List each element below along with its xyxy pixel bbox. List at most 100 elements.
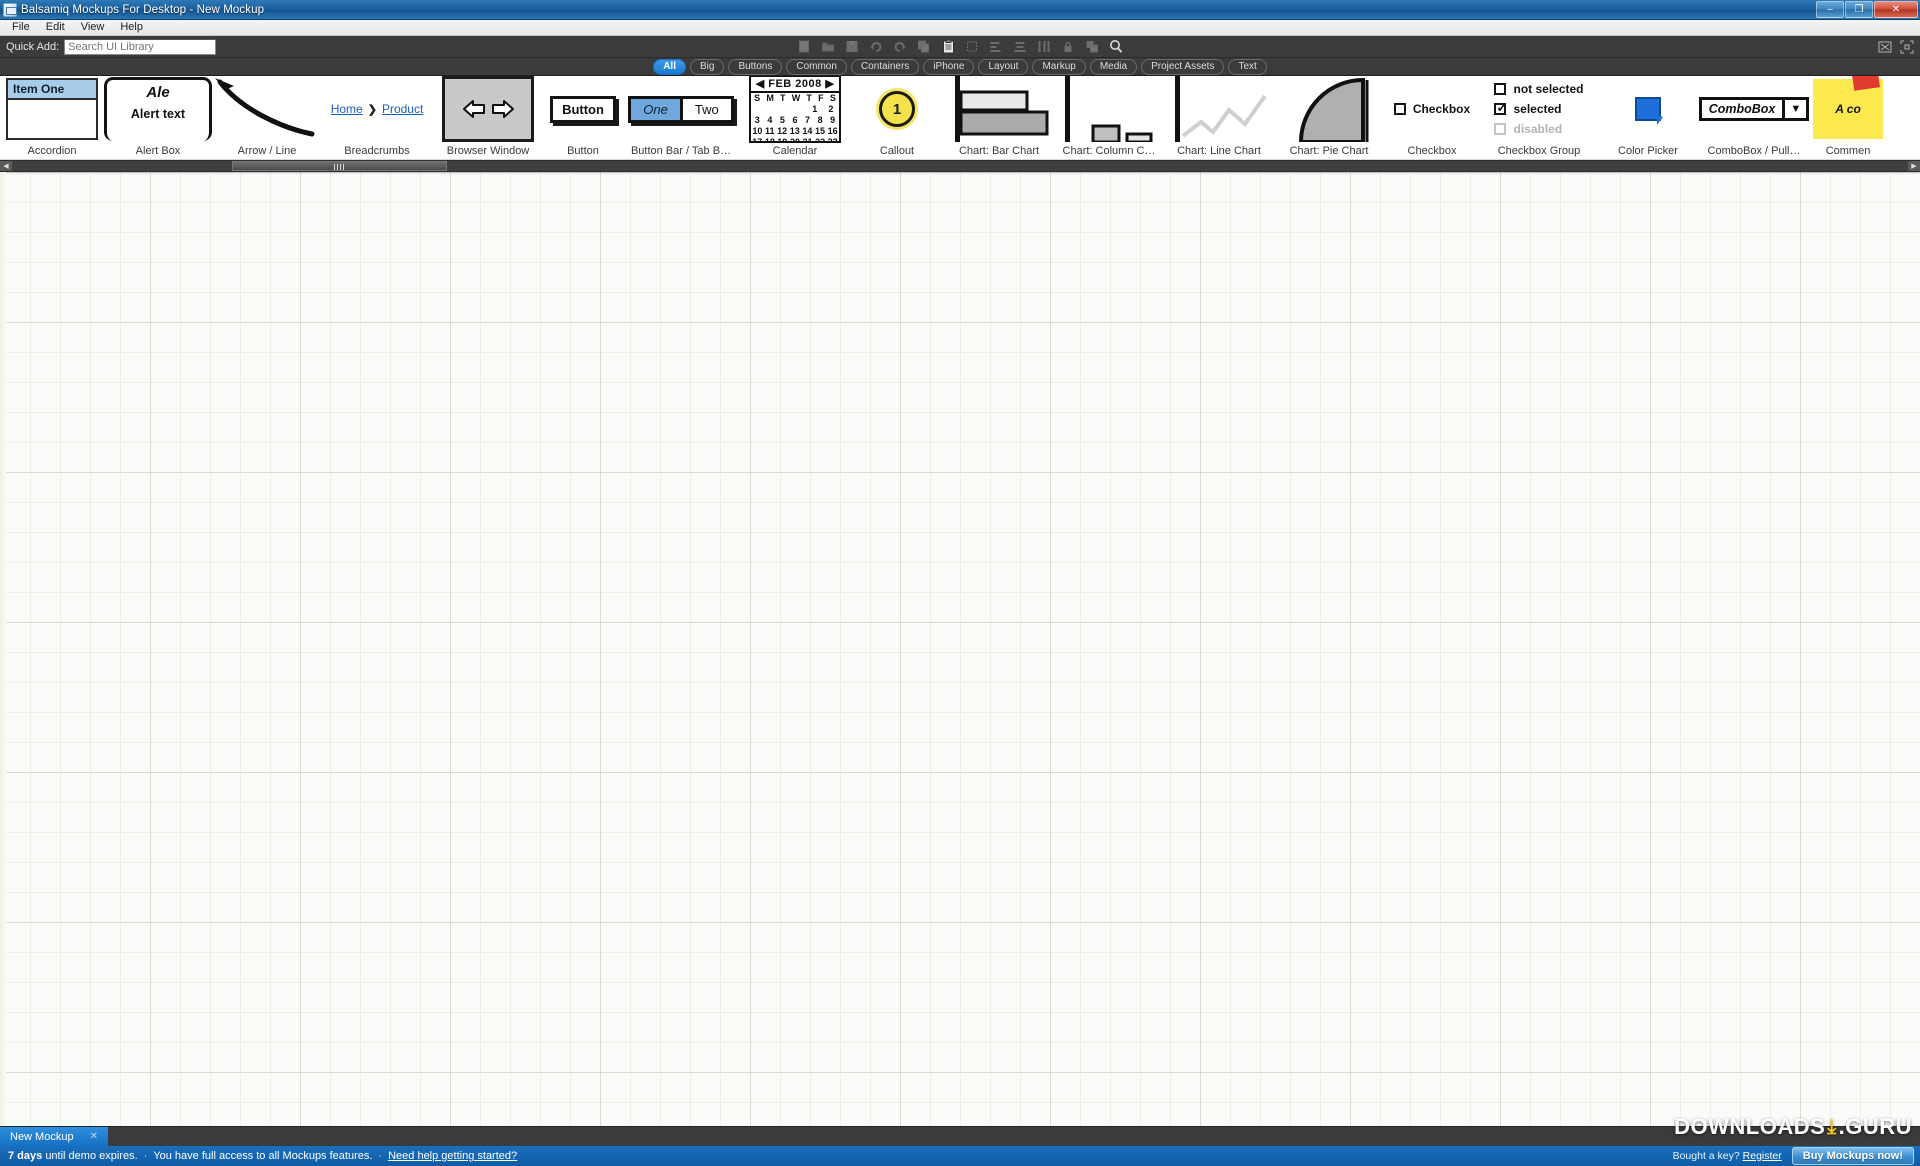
calendar-day[interactable]: 21 — [803, 137, 813, 143]
calendar-day[interactable]: 1 — [812, 104, 817, 115]
calendar-day[interactable]: 17 — [752, 137, 762, 143]
buy-mockups-button[interactable]: Buy Mockups now! — [1791, 1147, 1914, 1165]
calendar-day[interactable]: 6 — [792, 115, 797, 126]
breadcrumb-link-product[interactable]: Product — [382, 102, 423, 116]
menu-item-file[interactable]: File — [4, 20, 38, 35]
palette-item-button[interactable]: Button Button — [544, 76, 622, 159]
bring-front-icon[interactable] — [1085, 39, 1100, 54]
palette-item-chart-pie[interactable]: Chart: Pie Chart — [1274, 76, 1384, 159]
color-swatch[interactable] — [1635, 97, 1663, 125]
sample-button[interactable]: Button — [550, 95, 616, 123]
palette-item-checkbox-group[interactable]: not selected selected disabled Checkbox … — [1480, 76, 1598, 159]
calendar-day[interactable]: 13 — [790, 126, 800, 137]
checkbox-checked-icon[interactable] — [1494, 100, 1507, 116]
palette-item-chart-column[interactable]: Chart: Column C… — [1054, 76, 1164, 159]
calendar-day[interactable]: 20 — [790, 137, 800, 143]
category-tab-iphone[interactable]: iPhone — [923, 58, 975, 75]
palette-scrollbar[interactable]: ◀ ▶ — [0, 160, 1920, 172]
calendar-day[interactable]: 8 — [818, 115, 823, 126]
calendar-day[interactable]: 19 — [777, 137, 787, 143]
paste-icon[interactable] — [941, 39, 956, 54]
category-tab-containers[interactable]: Containers — [850, 58, 920, 75]
checkbox-unchecked-icon[interactable] — [1494, 83, 1507, 95]
search-input[interactable] — [64, 38, 217, 55]
zoom-icon[interactable] — [1109, 39, 1124, 54]
help-getting-started-link[interactable]: Need help getting started? — [388, 1150, 517, 1162]
palette-item-chart-line[interactable]: Chart: Line Chart — [1164, 76, 1274, 159]
scrollbar-track[interactable] — [12, 161, 1908, 171]
fullscreen-icon[interactable] — [1900, 40, 1914, 54]
category-tab-project-assets[interactable]: Project Assets — [1141, 58, 1225, 75]
scroll-left-arrow-icon[interactable]: ◀ — [0, 161, 12, 171]
palette-item-chart-bar[interactable]: Chart: Bar Chart — [944, 76, 1054, 159]
new-icon[interactable] — [797, 39, 812, 54]
palette-item-color-picker[interactable]: Color Picker — [1598, 76, 1698, 159]
group-icon[interactable] — [965, 39, 980, 54]
mockup-canvas[interactable] — [0, 172, 1920, 1126]
scrollbar-thumb[interactable] — [232, 161, 447, 171]
widget-palette[interactable]: Item One Accordion Ale Alert text Alert … — [0, 76, 1920, 160]
close-button[interactable]: ✕ — [1874, 1, 1918, 18]
category-tab-markup[interactable]: Markup — [1032, 58, 1086, 75]
category-tab-media[interactable]: Media — [1089, 58, 1138, 75]
palette-item-browser-window[interactable]: Browser Window — [432, 76, 544, 159]
palette-item-calendar[interactable]: ◀ FEB 2008 ▶ S M T W T F S 1 2 3 4 5 6 7… — [740, 76, 850, 159]
palette-item-accordion[interactable]: Item One Accordion — [0, 76, 104, 159]
undo-icon[interactable] — [869, 39, 884, 54]
palette-item-alert-box[interactable]: Ale Alert text Alert Box — [104, 76, 212, 159]
category-tab-big[interactable]: Big — [689, 58, 725, 75]
category-tab-buttons[interactable]: Buttons — [728, 58, 783, 75]
palette-item-checkbox[interactable]: Checkbox Checkbox — [1384, 76, 1480, 159]
calendar-day[interactable]: 16 — [828, 126, 838, 137]
register-link[interactable]: Register — [1743, 1150, 1782, 1162]
calendar-day[interactable]: 7 — [805, 115, 810, 126]
open-icon[interactable] — [821, 39, 836, 54]
chevron-down-icon[interactable]: ▼ — [1785, 100, 1806, 118]
palette-item-comment[interactable]: A co Commen — [1810, 76, 1886, 159]
close-icon[interactable]: ✕ — [90, 1131, 98, 1142]
lock-icon[interactable] — [1061, 39, 1076, 54]
menu-item-view[interactable]: View — [73, 20, 113, 35]
checkbox-group-row[interactable]: selected — [1494, 100, 1583, 116]
calendar-day[interactable]: 11 — [765, 126, 775, 137]
menu-item-help[interactable]: Help — [112, 20, 151, 35]
category-tab-common[interactable]: Common — [786, 58, 847, 75]
button-bar-tab-one[interactable]: One — [631, 98, 683, 120]
maximize-button[interactable]: ❐ — [1845, 1, 1873, 18]
calendar-day[interactable]: 10 — [752, 126, 762, 137]
checkbox-group-row[interactable]: not selected — [1494, 82, 1584, 96]
calendar-day[interactable]: 18 — [765, 137, 775, 143]
calendar-day[interactable]: 22 — [815, 137, 825, 143]
menu-item-edit[interactable]: Edit — [38, 20, 73, 35]
button-bar-tab-two[interactable]: Two — [682, 98, 731, 120]
redo-icon[interactable] — [893, 39, 908, 54]
copy-icon[interactable] — [917, 39, 932, 54]
palette-item-breadcrumbs[interactable]: Home ❯ Product Breadcrumbs — [322, 76, 432, 159]
calendar-day[interactable]: 23 — [828, 137, 838, 143]
calendar-day[interactable]: 3 — [755, 115, 760, 126]
save-icon[interactable] — [845, 39, 860, 54]
hide-panel-icon[interactable] — [1878, 40, 1892, 54]
distribute-icon[interactable] — [1037, 39, 1052, 54]
palette-item-button-bar[interactable]: One Two Button Bar / Tab B… — [622, 76, 740, 159]
calendar-day[interactable]: 4 — [767, 115, 772, 126]
checkbox-box-icon[interactable] — [1393, 103, 1406, 115]
calendar-day[interactable]: 14 — [802, 126, 812, 137]
combobox-value[interactable]: ComboBox — [1702, 100, 1786, 118]
calendar-day[interactable]: 12 — [777, 126, 787, 137]
palette-item-arrow-line[interactable]: Arrow / Line — [212, 76, 322, 159]
category-tab-layout[interactable]: Layout — [978, 58, 1029, 75]
calendar-day[interactable]: 15 — [815, 126, 825, 137]
calendar-day[interactable]: 5 — [780, 115, 785, 126]
category-tab-text[interactable]: Text — [1228, 58, 1267, 75]
align-left-icon[interactable] — [989, 39, 1004, 54]
palette-item-combobox[interactable]: ComboBox ▼ ComboBox / Pull… — [1698, 76, 1810, 159]
category-tab-all[interactable]: All — [653, 58, 686, 75]
minimize-button[interactable]: – — [1816, 1, 1844, 18]
document-tab-new-mockup[interactable]: New Mockup ✕ — [0, 1127, 108, 1146]
align-center-icon[interactable] — [1013, 39, 1028, 54]
breadcrumb-link-home[interactable]: Home — [331, 102, 363, 116]
scroll-right-arrow-icon[interactable]: ▶ — [1908, 161, 1920, 171]
calendar-day[interactable]: 9 — [830, 115, 835, 126]
palette-item-callout[interactable]: 1 Callout — [850, 76, 944, 159]
